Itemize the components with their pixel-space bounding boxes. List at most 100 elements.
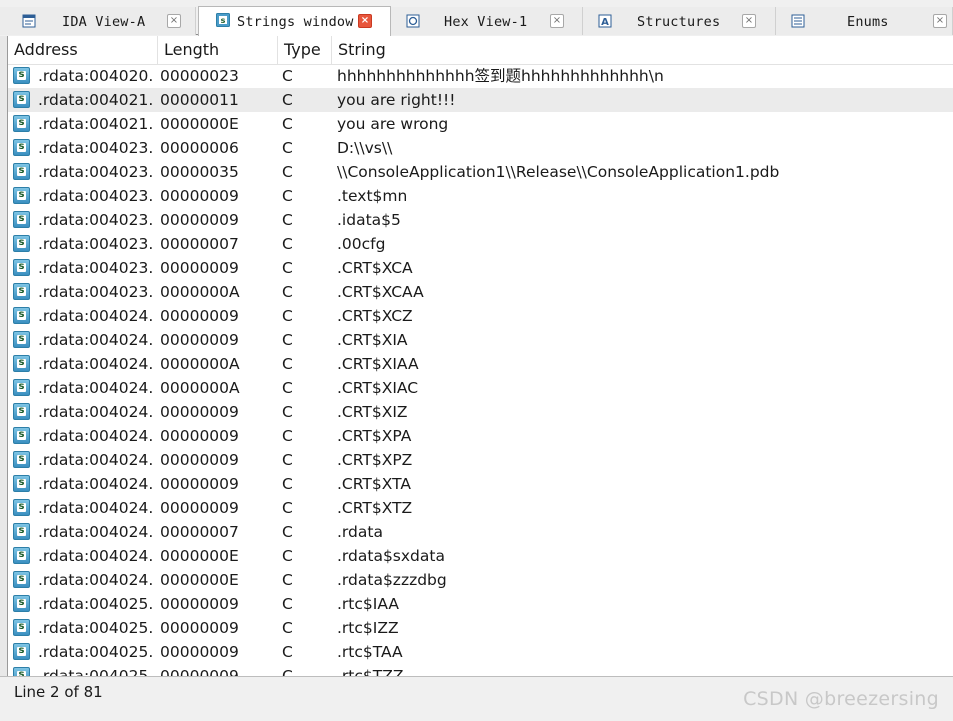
cell-type: C: [282, 283, 293, 301]
cell-length: 00000006: [160, 139, 239, 157]
cell-length: 0000000A: [160, 379, 240, 397]
cell-address: .rdata:004024...: [38, 379, 153, 397]
cell-string: .CRT$XPA: [337, 427, 412, 445]
cell-length: 00000009: [160, 595, 239, 613]
cell-length: 0000000A: [160, 355, 240, 373]
string-icon: s: [13, 475, 30, 492]
table-row[interactable]: s .rdata:004020... 00000023 Chhhhhhhhhhhhhh…: [8, 64, 953, 88]
cell-address: .rdata:004024...: [38, 523, 153, 541]
table-row[interactable]: s .rdata:004024... 0000000A C .CRT$XIAC: [8, 376, 953, 400]
cell-length: 00000009: [160, 403, 239, 421]
cell-string: .CRT$XCA: [337, 259, 413, 277]
enums-icon: [791, 14, 805, 28]
table-row[interactable]: s .rdata:004023... 00000009 C .CRT$XCA: [8, 256, 953, 280]
cell-type: C: [282, 547, 293, 565]
table-row[interactable]: s .rdata:004024... 0000000E C .rdata$sxdata: [8, 544, 953, 568]
table-row[interactable]: s .rdata:004021... 0000000E Cyou are wrong: [8, 112, 953, 136]
tab-enums[interactable]: Enums ×: [776, 7, 953, 35]
cell-address: .rdata:004021...: [38, 91, 153, 109]
table-row[interactable]: s .rdata:004025... 00000009 C .rtc$IZZ: [8, 616, 953, 640]
table-row[interactable]: s .rdata:004023... 00000009 C .idata$5: [8, 208, 953, 232]
cell-string: .CRT$XIAA: [337, 355, 419, 373]
table-row[interactable]: s .rdata:004025... 00000009 C .rtc$TAA: [8, 640, 953, 664]
table-row[interactable]: s .rdata:004024... 00000009 C .CRT$XTZ: [8, 496, 953, 520]
close-icon[interactable]: ×: [167, 14, 181, 28]
strings-table[interactable]: Address Length Type String s .rdata:00402…: [7, 36, 953, 676]
cell-address: .rdata:004025...: [38, 619, 153, 637]
cell-length: 00000009: [160, 475, 239, 493]
string-icon: s: [13, 595, 30, 612]
cell-string: .rdata$zzzdbg: [337, 571, 447, 589]
table-row[interactable]: s .rdata:004023... 00000007 C .00cfg: [8, 232, 953, 256]
table-row[interactable]: s .rdata:004021... 00000011 Cyou are right!…: [8, 88, 953, 112]
string-icon: s: [13, 307, 30, 324]
tab-label: IDA View-A: [62, 14, 146, 30]
string-icon: s: [13, 547, 30, 564]
close-icon[interactable]: ×: [550, 14, 564, 28]
cell-address: .rdata:004023...: [38, 187, 153, 205]
table-row[interactable]: s .rdata:004025... 00000009 C .rtc$TZZ: [8, 664, 953, 676]
column-header-type[interactable]: Type: [278, 36, 332, 64]
close-icon[interactable]: ×: [742, 14, 756, 28]
tab-structures[interactable]: A Structures ×: [583, 7, 776, 35]
tab-strings-window[interactable]: s Strings window ×: [198, 6, 391, 36]
cell-length: 0000000E: [160, 571, 239, 589]
cell-type: C: [282, 91, 293, 109]
string-icon: s: [13, 139, 30, 156]
table-row[interactable]: s .rdata:004024... 00000007 C .rdata: [8, 520, 953, 544]
column-header-address[interactable]: Address: [8, 36, 158, 64]
table-row[interactable]: s .rdata:004024... 00000009 C .CRT$XIA: [8, 328, 953, 352]
table-row[interactable]: s .rdata:004024... 00000009 C .CRT$XTA: [8, 472, 953, 496]
column-header-string[interactable]: String: [332, 36, 953, 64]
string-icon: s: [13, 451, 30, 468]
svg-text:s: s: [221, 16, 226, 25]
cell-string: hhhhhhhhhhhhhh签到题hhhhhhhhhhhhh\n: [337, 67, 664, 85]
close-icon[interactable]: ×: [933, 14, 947, 28]
cell-type: C: [282, 619, 293, 637]
string-icon: s: [13, 667, 30, 676]
cell-string: .rtc$TAA: [337, 643, 403, 661]
cell-length: 00000007: [160, 235, 239, 253]
table-row[interactable]: s .rdata:004023... 0000000A C .CRT$XCAA: [8, 280, 953, 304]
table-row[interactable]: s .rdata:004024... 00000009 C .CRT$XIZ: [8, 400, 953, 424]
table-header: Address Length Type String: [8, 36, 953, 65]
cell-length: 00000011: [160, 91, 239, 109]
string-icon: s: [13, 211, 30, 228]
table-row[interactable]: s .rdata:004024... 00000009 C .CRT$XPA: [8, 424, 953, 448]
cell-length: 00000009: [160, 499, 239, 517]
close-icon[interactable]: ×: [358, 14, 372, 28]
cell-type: C: [282, 355, 293, 373]
tab-label: Structures: [637, 14, 721, 30]
table-row[interactable]: s .rdata:004023... 00000006 C D:\\vs\\: [8, 136, 953, 160]
table-row[interactable]: s .rdata:004023... 00000035 C \\ConsoleAppli…: [8, 160, 953, 184]
string-icon: s: [13, 427, 30, 444]
string-icon: s: [13, 619, 30, 636]
table-row[interactable]: s .rdata:004024... 0000000A C .CRT$XIAA: [8, 352, 953, 376]
tab-bar: IDA View-A × s Strings window × Hex View…: [0, 0, 953, 36]
cell-address: .rdata:004025...: [38, 667, 153, 676]
cell-length: 0000000E: [160, 547, 239, 565]
tab-label: Strings window: [237, 14, 354, 30]
cell-string: you are right!!!: [337, 91, 456, 109]
cell-string: .rtc$IZZ: [337, 619, 399, 637]
cell-length: 00000009: [160, 427, 239, 445]
table-body: s .rdata:004020... 00000023 Chhhhhhhhhhhhhh…: [8, 64, 953, 676]
table-row[interactable]: s .rdata:004024... 0000000E C .rdata$zzzdbg: [8, 568, 953, 592]
cell-string: .CRT$XIZ: [337, 403, 408, 421]
string-icon: s: [13, 571, 30, 588]
column-header-length[interactable]: Length: [158, 36, 278, 64]
cell-address: .rdata:004023...: [38, 235, 153, 253]
string-icon: s: [13, 115, 30, 132]
string-icon: s: [13, 187, 30, 204]
table-row[interactable]: s .rdata:004025... 00000009 C .rtc$IAA: [8, 592, 953, 616]
left-margin: [0, 36, 7, 676]
tab-ida-view-a[interactable]: IDA View-A ×: [0, 7, 196, 35]
table-row[interactable]: s .rdata:004024... 00000009 C .CRT$XPZ: [8, 448, 953, 472]
table-row[interactable]: s .rdata:004023... 00000009 C .text$mn: [8, 184, 953, 208]
cell-length: 00000009: [160, 187, 239, 205]
table-row[interactable]: s .rdata:004024... 00000009 C .CRT$XCZ: [8, 304, 953, 328]
cell-type: C: [282, 667, 293, 676]
tab-hex-view-1[interactable]: Hex View-1 ×: [391, 7, 583, 35]
cell-string: .rdata$sxdata: [337, 547, 445, 565]
status-line-text: Line 2 of 81: [14, 683, 103, 701]
